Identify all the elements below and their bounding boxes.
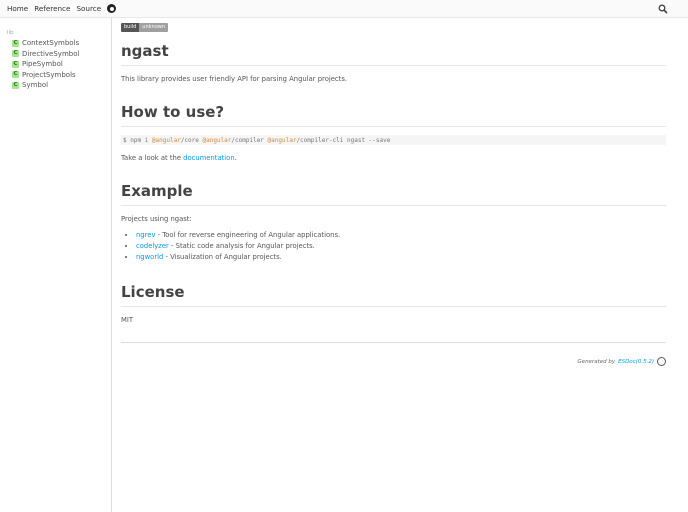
codelyzer-link[interactable]: codelyzer [136,242,169,250]
sidebar-item-label: PipeSymbol [22,60,63,69]
code-part: @angular [267,137,297,144]
sidebar-item-projectsymbols[interactable]: C ProjectSymbols [7,70,111,81]
item-text: - Tool for reverse engineering of Angula… [155,231,341,239]
code-part: @angular [202,137,232,144]
footer: Generated by ESDoc(0.5.2) [121,342,666,366]
badge-label: build [121,23,140,32]
sidebar-item-label: ProjectSymbols [22,70,76,79]
sidebar-item-symbol[interactable]: C Symbol [7,80,111,91]
code-part: $ npm i [123,137,152,144]
sidebar-item-label: ContextSymbols [22,39,80,48]
sidebar-item-contextsymbols[interactable]: C ContextSymbols [7,38,111,49]
class-icon: C [12,50,19,58]
github-icon[interactable] [107,4,117,13]
sidebar-dir: lib [7,30,14,36]
install-code: $ npm i @angular/core @angular/compiler … [121,135,666,145]
intro-text: This library provides user friendly API … [121,75,348,83]
sidebar-item-label: DirectiveSymbol [22,49,80,58]
documentation-link[interactable]: documentation [183,154,234,162]
list-item: codelyzer - Static code analysis for Ang… [136,241,666,252]
code-part: /compiler [231,137,268,144]
class-icon: C [12,39,19,47]
class-icon: C [12,60,19,68]
sidebar-item-label: Symbol [22,81,49,90]
sidebar: lib C ContextSymbols C DirectiveSymbol C Pi… [0,18,112,512]
example-intro: Projects using ngast: [121,215,192,223]
code-part: @angular [151,137,181,144]
ngrev-link[interactable]: ngrev [136,231,155,239]
list-item: ngrev - Tool for reverse engineering of … [136,230,666,241]
docs-text: Take a look at the documentation. [121,154,666,162]
esdoc-link[interactable]: ESDoc(0.5.2) [618,359,654,365]
item-text: - Visualization of Angular projects. [163,253,282,261]
nav-reference[interactable]: Reference [34,4,70,13]
code-part: /compiler-cli ngast --save [296,137,391,144]
sidebar-item-directivesymbol[interactable]: C DirectiveSymbol [7,49,111,60]
class-icon: C [12,81,19,89]
license-text: MIT [121,316,134,324]
docs-prefix: Take a look at the [121,154,184,162]
code-part: /core [180,137,203,144]
ngworld-link[interactable]: ngworld [136,253,163,261]
search-icon[interactable] [658,4,668,14]
page-title: ngast [121,42,666,66]
license-heading: License [121,283,666,307]
list-item: ngworld - Visualization of Angular proje… [136,252,666,263]
how-heading: How to use? [121,103,666,127]
sidebar-item-pipesymbol[interactable]: C PipeSymbol [7,59,111,70]
main-content: build unknown ngast This library provides… [121,22,666,366]
nav-source[interactable]: Source [76,4,101,13]
footer-prefix: Generated by [577,358,616,365]
build-badge[interactable]: build unknown [121,23,169,32]
esdoc-logo-icon [657,357,666,366]
class-icon: C [12,71,19,79]
badge-status: unknown [139,23,169,32]
item-text: - Static code analysis for Angular proje… [168,242,315,250]
top-nav: Home Reference Source [0,0,688,18]
example-heading: Example [121,182,666,206]
nav-home[interactable]: Home [7,4,28,13]
project-list: ngrev - Tool for reverse engineering of … [121,230,666,263]
docs-suffix: . [234,154,237,162]
